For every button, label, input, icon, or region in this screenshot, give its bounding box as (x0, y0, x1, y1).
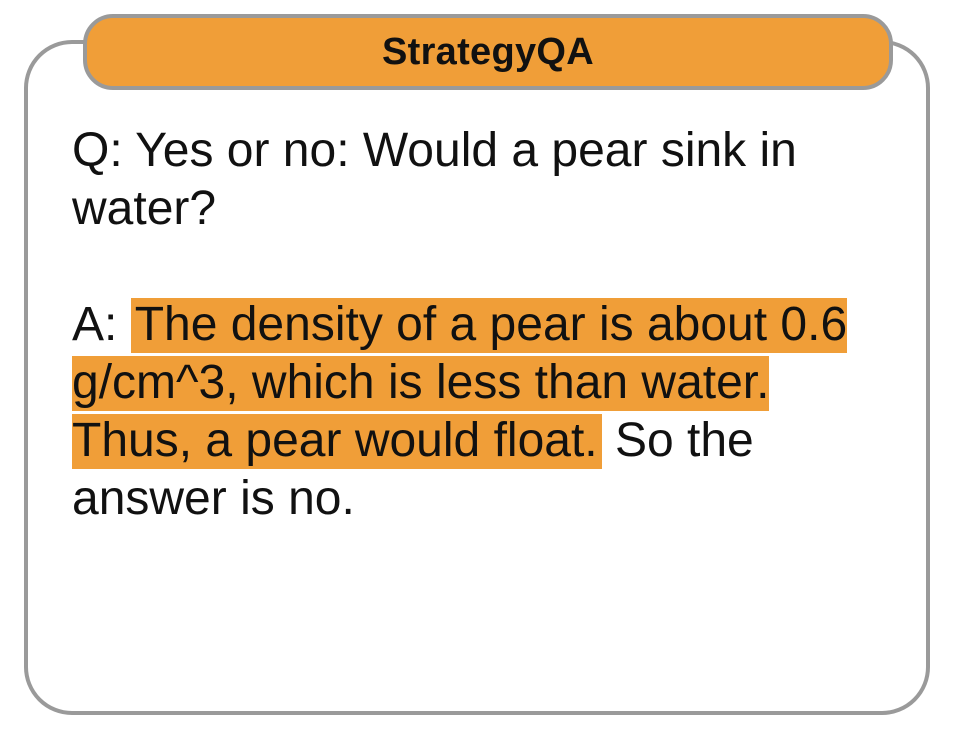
answer-paragraph: A: The density of a pear is about 0.6 g/… (72, 296, 892, 528)
question-text: Q: Yes or no: Would a pear sink in water… (72, 124, 797, 235)
title-banner: StrategyQA (83, 14, 893, 90)
answer-prefix: A: (72, 298, 131, 351)
qa-content: Q: Yes or no: Would a pear sink in water… (72, 122, 892, 528)
title-text: StrategyQA (381, 30, 595, 73)
